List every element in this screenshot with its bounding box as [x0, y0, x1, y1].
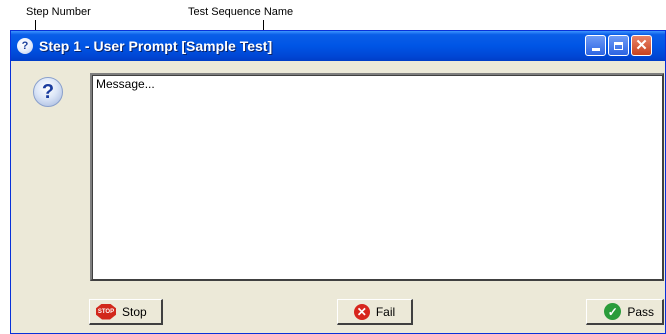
message-box[interactable]: Message...: [90, 73, 664, 281]
pass-button-label: Pass: [627, 304, 654, 319]
stop-sign-icon: STOP: [96, 303, 116, 320]
pass-button[interactable]: ✓ Pass: [586, 299, 664, 325]
minimize-button[interactable]: [585, 35, 606, 56]
sequence-name-annotation: Test Sequence Name: [188, 6, 294, 18]
red-x-circle-icon: ✕: [353, 303, 370, 320]
prompt-icon: ?: [17, 38, 33, 54]
step-number-annotation: Step Number: [26, 6, 91, 18]
title-bar[interactable]: ? Step 1 - User Prompt [Sample Test] ✕: [11, 31, 665, 61]
maximize-icon: [614, 41, 623, 50]
green-check-circle-icon: ✓: [604, 303, 622, 320]
close-icon: ✕: [635, 37, 648, 54]
fail-button[interactable]: ✕ Fail: [337, 299, 413, 325]
question-icon: ?: [33, 77, 63, 107]
stop-button-label: Stop: [122, 304, 147, 319]
user-prompt-window: ? Step 1 - User Prompt [Sample Test] ✕ ?…: [10, 30, 666, 334]
minimize-icon: [591, 48, 600, 51]
close-button[interactable]: ✕: [631, 35, 652, 56]
window-title: Step 1 - User Prompt [Sample Test]: [39, 38, 273, 54]
fail-button-label: Fail: [375, 304, 396, 319]
maximize-button[interactable]: [608, 35, 629, 56]
message-text: Message...: [96, 77, 155, 91]
stop-button[interactable]: STOP Stop: [89, 299, 163, 325]
